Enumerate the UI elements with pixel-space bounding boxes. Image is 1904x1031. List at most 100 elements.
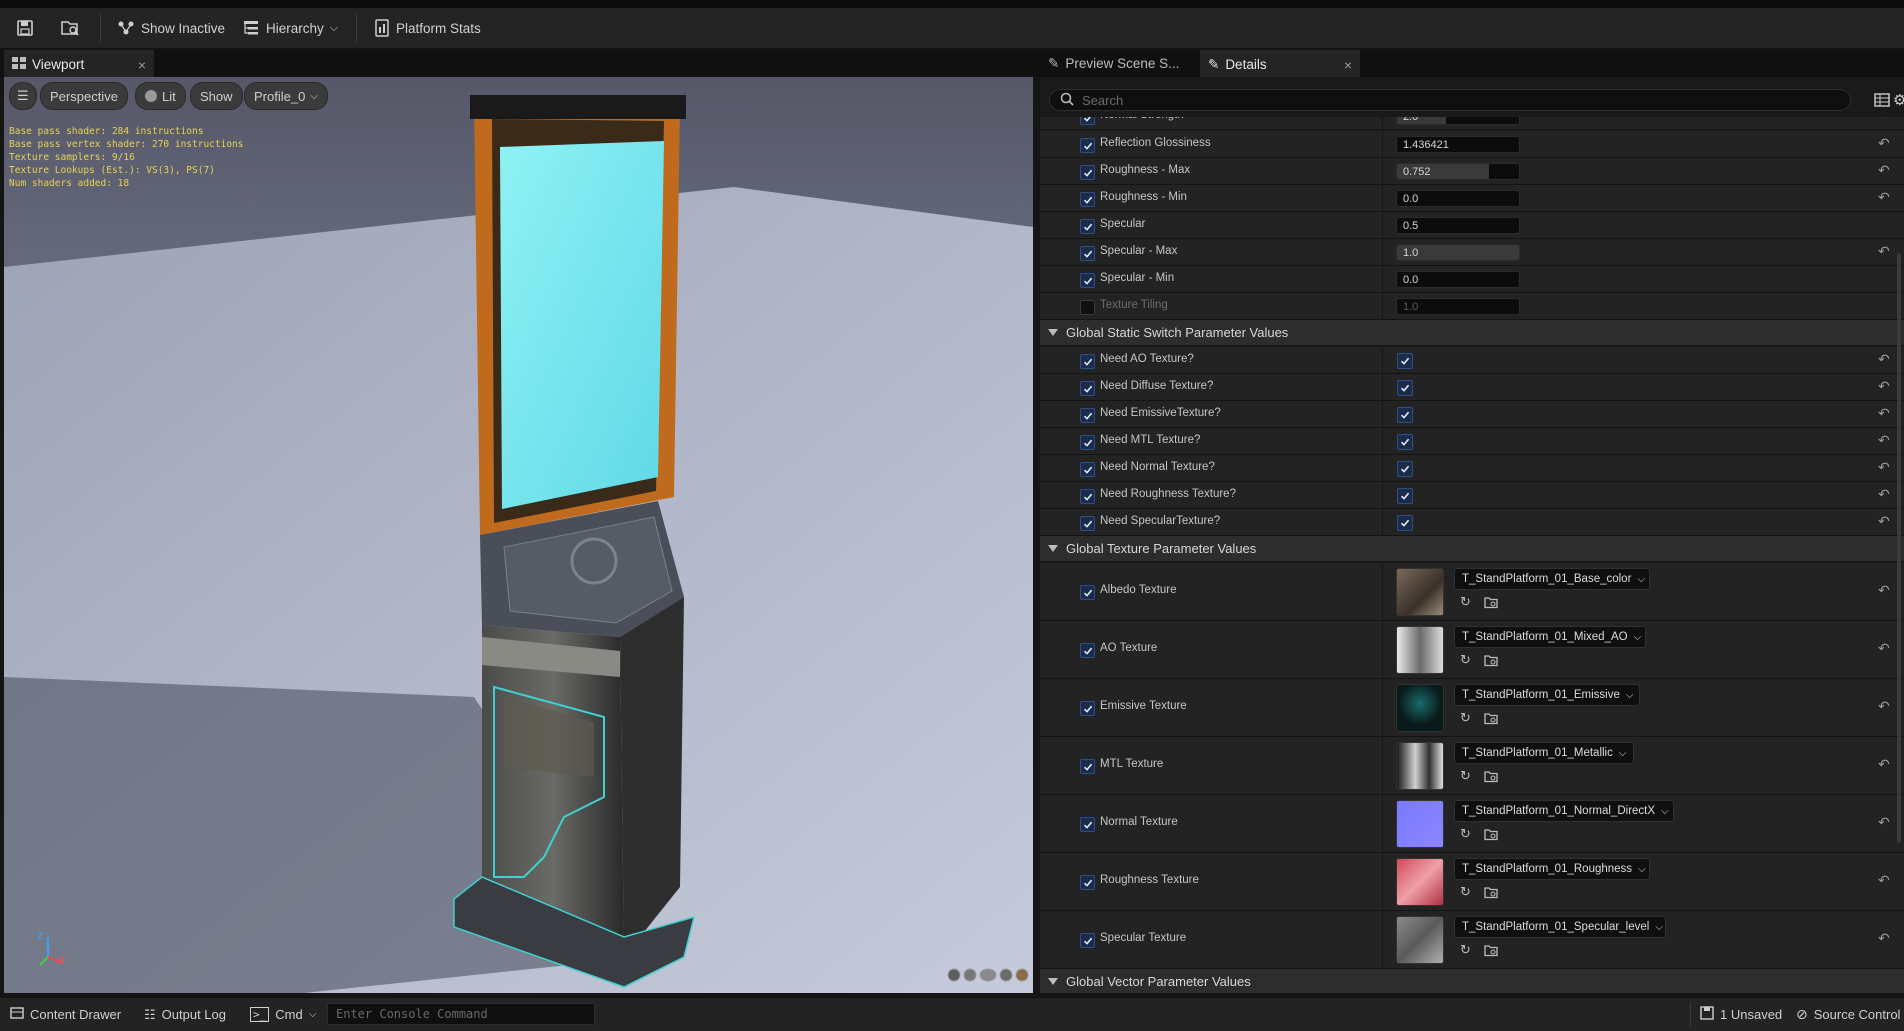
switch-value-checkbox[interactable] xyxy=(1397,380,1413,396)
switch-value-checkbox[interactable] xyxy=(1397,515,1413,531)
switch-value-checkbox[interactable] xyxy=(1397,407,1413,423)
texture-thumbnail[interactable] xyxy=(1396,800,1444,848)
override-checkbox[interactable] xyxy=(1080,246,1095,261)
override-checkbox[interactable] xyxy=(1080,117,1095,125)
reset-to-default-icon[interactable]: ↶ xyxy=(1878,135,1890,152)
asset-picker-dropdown[interactable]: T_StandPlatform_01_Mixed_AO ⌵ xyxy=(1454,626,1646,648)
use-selected-asset-icon[interactable]: ↻ xyxy=(1460,826,1471,842)
save-button[interactable] xyxy=(16,16,34,40)
hierarchy-dropdown[interactable]: Hierarchy ⌵ xyxy=(242,16,338,40)
asset-picker-dropdown[interactable]: T_StandPlatform_01_Roughness ⌵ xyxy=(1454,858,1650,880)
browse-asset-icon[interactable] xyxy=(1484,944,1498,960)
category-vector-params[interactable]: Global Vector Parameter Values xyxy=(1040,969,1904,993)
override-checkbox[interactable] xyxy=(1080,435,1095,450)
reset-to-default-icon[interactable]: ↶ xyxy=(1878,378,1890,395)
param-value-input[interactable]: 1.0 xyxy=(1396,298,1520,315)
override-checkbox[interactable] xyxy=(1080,408,1095,423)
unsaved-button[interactable]: 1 Unsaved xyxy=(1700,1004,1782,1025)
override-checkbox[interactable] xyxy=(1080,354,1095,369)
content-drawer-button[interactable]: Content Drawer xyxy=(10,1004,121,1025)
switch-value-checkbox[interactable] xyxy=(1397,353,1413,369)
tab-preview-scene[interactable]: ✎ Preview Scene S... xyxy=(1040,50,1200,77)
console-input[interactable]: Enter Console Command xyxy=(327,1003,595,1025)
close-icon[interactable]: × xyxy=(138,57,146,73)
reset-to-default-icon[interactable]: ↶ xyxy=(1878,243,1890,260)
override-checkbox[interactable] xyxy=(1080,273,1095,288)
reset-to-default-icon[interactable]: ↶ xyxy=(1878,162,1890,179)
override-checkbox[interactable] xyxy=(1080,875,1095,890)
scrollbar[interactable] xyxy=(1897,253,1901,843)
texture-thumbnail[interactable] xyxy=(1396,916,1444,964)
override-checkbox[interactable] xyxy=(1080,381,1095,396)
perspective-button[interactable]: Perspective xyxy=(40,82,128,110)
browse-asset-icon[interactable] xyxy=(1484,770,1498,786)
show-inactive-button[interactable]: Show Inactive xyxy=(117,16,225,40)
override-checkbox[interactable] xyxy=(1080,585,1095,600)
override-checkbox[interactable] xyxy=(1080,643,1095,658)
use-selected-asset-icon[interactable]: ↻ xyxy=(1460,768,1471,784)
override-checkbox[interactable] xyxy=(1080,219,1095,234)
param-value-input[interactable]: 1.0 xyxy=(1396,244,1520,261)
browse-asset-icon[interactable] xyxy=(1484,596,1498,612)
asset-picker-dropdown[interactable]: T_StandPlatform_01_Base_color ⌵ xyxy=(1454,568,1650,590)
output-log-button[interactable]: ☷ Output Log xyxy=(144,1004,226,1025)
browse-asset-icon[interactable] xyxy=(1484,712,1498,728)
browse-button[interactable] xyxy=(60,16,80,40)
reset-to-default-icon[interactable]: ↶ xyxy=(1878,814,1890,831)
reset-to-default-icon[interactable]: ↶ xyxy=(1878,189,1890,206)
table-view-icon[interactable] xyxy=(1874,92,1890,111)
tab-viewport[interactable]: Viewport × xyxy=(4,50,154,77)
override-checkbox[interactable] xyxy=(1080,138,1095,153)
platform-stats-button[interactable]: Platform Stats xyxy=(374,16,481,40)
show-button[interactable]: Show xyxy=(190,82,243,110)
viewport-menu-button[interactable]: ☰ xyxy=(9,82,37,110)
override-checkbox[interactable] xyxy=(1080,933,1095,948)
reset-to-default-icon[interactable]: ↶ xyxy=(1878,582,1890,599)
param-value-input[interactable]: 0.5 xyxy=(1396,217,1520,234)
param-value-input[interactable]: 2.0 xyxy=(1396,117,1520,125)
reset-to-default-icon[interactable]: ↶ xyxy=(1878,405,1890,422)
use-selected-asset-icon[interactable]: ↻ xyxy=(1460,884,1471,900)
profile-dropdown[interactable]: Profile_0 ⌵ xyxy=(244,82,328,110)
search-input[interactable]: Search xyxy=(1049,89,1851,111)
reset-to-default-icon[interactable]: ↶ xyxy=(1878,459,1890,476)
reset-to-default-icon[interactable]: ↶ xyxy=(1878,930,1890,947)
use-selected-asset-icon[interactable]: ↻ xyxy=(1460,710,1471,726)
browse-asset-icon[interactable] xyxy=(1484,886,1498,902)
texture-thumbnail[interactable] xyxy=(1396,568,1444,616)
reset-to-default-icon[interactable]: ↶ xyxy=(1878,872,1890,889)
reset-to-default-icon[interactable]: ↶ xyxy=(1878,117,1890,124)
use-selected-asset-icon[interactable]: ↻ xyxy=(1460,942,1471,958)
switch-value-checkbox[interactable] xyxy=(1397,488,1413,504)
asset-picker-dropdown[interactable]: T_StandPlatform_01_Emissive ⌵ xyxy=(1454,684,1640,706)
reset-to-default-icon[interactable]: ↶ xyxy=(1878,756,1890,773)
param-value-input[interactable]: 1.436421 xyxy=(1396,136,1520,153)
reset-to-default-icon[interactable]: ↶ xyxy=(1878,640,1890,657)
asset-picker-dropdown[interactable]: T_StandPlatform_01_Specular_level ⌵ xyxy=(1454,916,1666,938)
override-checkbox[interactable] xyxy=(1080,516,1095,531)
override-checkbox[interactable] xyxy=(1080,462,1095,477)
texture-thumbnail[interactable] xyxy=(1396,684,1444,732)
source-control-button[interactable]: ⊘ Source Control xyxy=(1796,1004,1900,1025)
browse-asset-icon[interactable] xyxy=(1484,654,1498,670)
param-value-input[interactable]: 0.0 xyxy=(1396,190,1520,207)
switch-value-checkbox[interactable] xyxy=(1397,434,1413,450)
category-static-switch[interactable]: Global Static Switch Parameter Values xyxy=(1040,320,1904,346)
override-checkbox[interactable] xyxy=(1080,759,1095,774)
reset-to-default-icon[interactable]: ↶ xyxy=(1878,698,1890,715)
use-selected-asset-icon[interactable]: ↻ xyxy=(1460,594,1471,610)
asset-picker-dropdown[interactable]: T_StandPlatform_01_Normal_DirectX ⌵ xyxy=(1454,800,1674,822)
lit-button[interactable]: Lit xyxy=(135,82,186,110)
override-checkbox[interactable] xyxy=(1080,300,1095,315)
override-checkbox[interactable] xyxy=(1080,165,1095,180)
reset-to-default-icon[interactable]: ↶ xyxy=(1878,513,1890,530)
asset-picker-dropdown[interactable]: T_StandPlatform_01_Metallic ⌵ xyxy=(1454,742,1634,764)
override-checkbox[interactable] xyxy=(1080,817,1095,832)
use-selected-asset-icon[interactable]: ↻ xyxy=(1460,652,1471,668)
viewport[interactable]: ☰ Perspective Lit Show Profile_0 ⌵ Base … xyxy=(4,77,1033,993)
gear-icon[interactable]: ⚙ xyxy=(1893,91,1904,109)
override-checkbox[interactable] xyxy=(1080,192,1095,207)
tab-details[interactable]: ✎ Details × xyxy=(1200,50,1360,77)
category-texture-params[interactable]: Global Texture Parameter Values xyxy=(1040,536,1904,562)
reset-to-default-icon[interactable]: ↶ xyxy=(1878,432,1890,449)
